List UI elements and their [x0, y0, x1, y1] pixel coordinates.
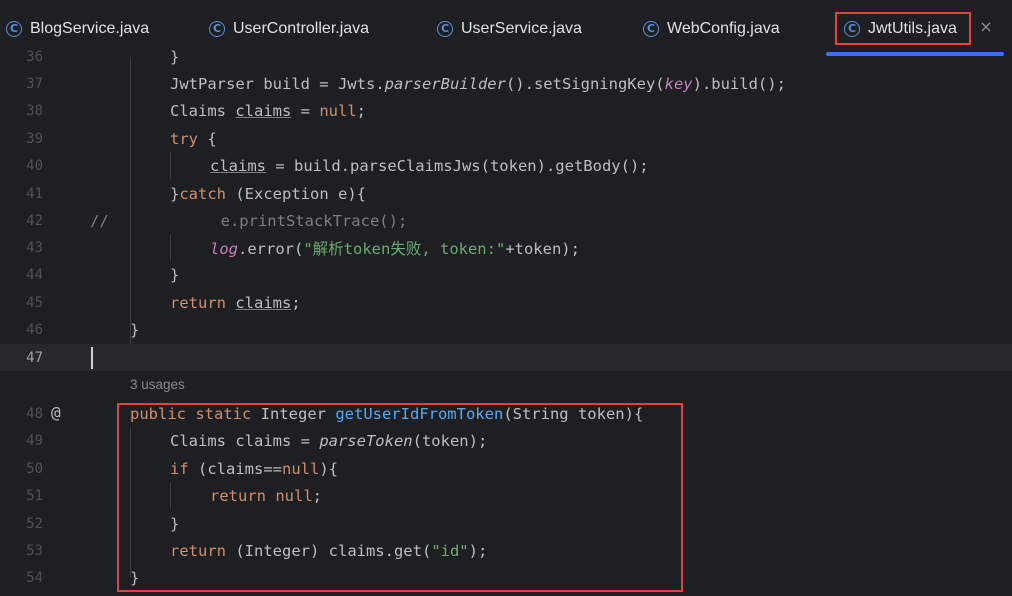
text-caret: [91, 347, 93, 369]
method-highlight-box: [117, 403, 683, 592]
line-number: 41: [26, 185, 43, 202]
tab-label: UserService.java: [461, 19, 582, 37]
line-number: 49: [26, 432, 43, 449]
code-text: }: [170, 47, 180, 66]
code-line: 41 }catch (Exception e){: [0, 180, 1012, 207]
class-icon: C: [209, 20, 225, 37]
line-number: 42: [26, 212, 43, 229]
code-line: 40 claims = build.parseClaimsJws(token).…: [0, 152, 1012, 179]
tab-label: UserController.java: [233, 19, 370, 37]
active-tab-highlight-box: [835, 12, 971, 45]
code-text: }catch (Exception e){: [170, 184, 366, 203]
code-text: // e.printStackTrace();: [90, 211, 408, 230]
line-number: 50: [26, 460, 43, 477]
code-line: 46 }: [0, 316, 1012, 343]
code-text: return claims;: [170, 293, 301, 312]
line-number: 38: [26, 102, 43, 119]
line-number: 45: [26, 294, 43, 311]
code-text: log.error("解析token失败, token:"+token);: [210, 239, 580, 258]
class-icon: C: [437, 20, 453, 37]
line-number: 53: [26, 542, 43, 559]
code-text: claims = build.parseClaimsJws(token).get…: [210, 156, 649, 175]
line-number: 36: [26, 48, 43, 65]
code-line: 38 Claims claims = null;: [0, 97, 1012, 124]
code-line: 44 }: [0, 261, 1012, 288]
code-text: }: [170, 265, 180, 284]
code-line: 43 log.error("解析token失败, token:"+token);: [0, 234, 1012, 261]
line-number: 47: [26, 349, 43, 366]
line-number: 48: [26, 405, 43, 422]
code-text: }: [130, 320, 140, 339]
tab-label: BlogService.java: [30, 19, 150, 37]
line-number: 43: [26, 239, 43, 256]
code-text: JwtParser build = Jwts.parserBuilder().s…: [170, 74, 786, 93]
usages-hint[interactable]: 3 usages: [130, 377, 185, 392]
line-number: 37: [26, 75, 43, 92]
close-icon[interactable]: ×: [978, 19, 994, 35]
class-icon: C: [643, 20, 659, 37]
code-line: 42 // e.printStackTrace();: [0, 207, 1012, 234]
line-number: 46: [26, 321, 43, 338]
line-number: 51: [26, 487, 43, 504]
tab-label: WebConfig.java: [667, 19, 780, 37]
at-annotation-icon[interactable]: @: [51, 403, 61, 422]
line-number: 44: [26, 266, 43, 283]
line-number: 52: [26, 515, 43, 532]
code-line: 36 }: [0, 43, 1012, 70]
code-editor[interactable]: 36 } 37 JwtParser build = Jwts.parserBui…: [0, 48, 1012, 596]
class-icon: C: [6, 20, 22, 37]
code-text: try {: [170, 129, 217, 148]
line-number: 40: [26, 157, 43, 174]
code-line: 37 JwtParser build = Jwts.parserBuilder(…: [0, 70, 1012, 97]
line-number: 54: [26, 569, 43, 586]
line-number: 39: [26, 130, 43, 147]
code-line: 45 return claims;: [0, 289, 1012, 316]
code-text: Claims claims = null;: [170, 101, 366, 120]
code-line: 39 try {: [0, 125, 1012, 152]
code-line-current: 47: [0, 344, 1012, 371]
